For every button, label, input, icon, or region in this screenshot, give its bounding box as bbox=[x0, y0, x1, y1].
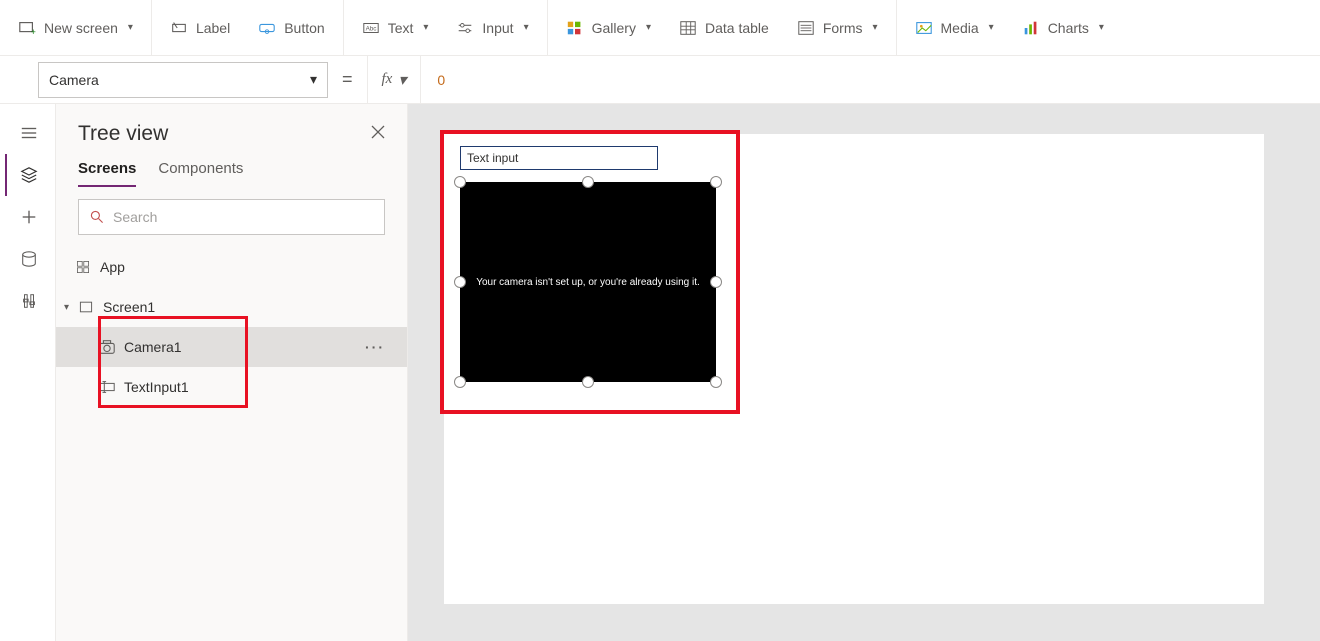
data-table-button[interactable]: Data table bbox=[673, 0, 775, 55]
charts-menu[interactable]: Charts ▾ bbox=[1016, 0, 1110, 55]
gallery-icon bbox=[566, 19, 584, 37]
button-icon bbox=[258, 19, 276, 37]
text-icon: Abc bbox=[362, 19, 380, 37]
property-selector[interactable]: Camera ▾ bbox=[38, 62, 328, 98]
tree-list: App ▾ Screen1 Camera1 ··· TextI bbox=[56, 247, 407, 641]
forms-icon bbox=[797, 19, 815, 37]
text-menu[interactable]: Abc Text ▾ bbox=[356, 0, 435, 55]
camera-error-message: Your camera isn't set up, or you're alre… bbox=[476, 277, 700, 288]
formula-value: 0 bbox=[437, 72, 445, 88]
screen-add-icon: + bbox=[18, 19, 36, 37]
input-menu[interactable]: Input ▾ bbox=[450, 0, 534, 55]
layers-icon bbox=[20, 166, 38, 184]
toolbar-label: Label bbox=[196, 20, 230, 36]
label-icon bbox=[170, 19, 188, 37]
toolbar-label: Charts bbox=[1048, 20, 1089, 36]
gallery-menu[interactable]: Gallery ▾ bbox=[560, 0, 657, 55]
rail-insert[interactable] bbox=[5, 196, 51, 238]
chevron-down-icon: ▾ bbox=[423, 22, 428, 33]
selection-handle[interactable] bbox=[710, 176, 722, 188]
fx-button[interactable]: fx ▾ bbox=[367, 56, 422, 103]
fx-label: fx bbox=[382, 71, 393, 88]
selection-handle[interactable] bbox=[454, 276, 466, 288]
toolbar-label: Media bbox=[941, 20, 979, 36]
chevron-down-icon: ▾ bbox=[524, 22, 529, 33]
charts-icon bbox=[1022, 19, 1040, 37]
hamburger-icon bbox=[20, 124, 38, 142]
camera-control[interactable]: Your camera isn't set up, or you're alre… bbox=[460, 182, 716, 382]
chevron-down-icon: ▾ bbox=[128, 22, 133, 33]
chevron-down-icon: ▾ bbox=[872, 22, 877, 33]
selection-handle[interactable] bbox=[582, 376, 594, 388]
forms-menu[interactable]: Forms ▾ bbox=[791, 0, 884, 55]
data-table-icon bbox=[679, 19, 697, 37]
tree-item-screen1[interactable]: ▾ Screen1 bbox=[56, 287, 407, 327]
property-name: Camera bbox=[49, 72, 99, 88]
svg-text:+: + bbox=[31, 27, 36, 37]
rail-hamburger[interactable] bbox=[5, 112, 51, 154]
tree-label: App bbox=[100, 259, 125, 275]
app-screen[interactable]: Your camera isn't set up, or you're alre… bbox=[444, 134, 1264, 604]
toolbar-label: New screen bbox=[44, 20, 118, 36]
camera-icon bbox=[98, 338, 116, 356]
chevron-down-icon: ▾ bbox=[64, 302, 69, 313]
data-icon bbox=[20, 250, 38, 268]
tree-label: Screen1 bbox=[103, 299, 155, 315]
screen-icon bbox=[77, 298, 95, 316]
button-button[interactable]: Button bbox=[252, 0, 330, 55]
tree-search-input[interactable]: Search bbox=[78, 199, 385, 235]
rail-tree-view[interactable] bbox=[5, 154, 51, 196]
formula-input[interactable]: 0 bbox=[421, 56, 1320, 103]
tree-label: Camera1 bbox=[124, 339, 182, 355]
selection-handle[interactable] bbox=[710, 276, 722, 288]
new-screen-button[interactable]: + New screen ▾ bbox=[12, 0, 139, 55]
selection-handle[interactable] bbox=[454, 376, 466, 388]
media-menu[interactable]: Media ▾ bbox=[909, 0, 1000, 55]
selection-handle[interactable] bbox=[454, 176, 466, 188]
tree-item-camera1[interactable]: Camera1 ··· bbox=[56, 327, 407, 367]
selection-handle[interactable] bbox=[710, 376, 722, 388]
chevron-down-icon: ▾ bbox=[398, 70, 406, 90]
equals-sign: = bbox=[328, 69, 367, 90]
toolbar-label: Gallery bbox=[592, 20, 636, 36]
tree-item-textinput1[interactable]: TextInput1 bbox=[56, 367, 407, 407]
tab-screens[interactable]: Screens bbox=[78, 156, 136, 187]
text-input-icon bbox=[98, 378, 116, 396]
formula-bar: Camera ▾ = fx ▾ 0 bbox=[0, 56, 1320, 104]
rail-tools[interactable] bbox=[5, 280, 51, 322]
tree-view-title: Tree view bbox=[78, 122, 168, 146]
tree-view-panel: Tree view Screens Components Search App … bbox=[56, 104, 408, 641]
chevron-down-icon: ▾ bbox=[310, 71, 317, 88]
tab-components[interactable]: Components bbox=[158, 156, 243, 187]
left-rail bbox=[0, 104, 56, 641]
chevron-down-icon: ▾ bbox=[646, 22, 651, 33]
input-icon bbox=[456, 19, 474, 37]
toolbar-label: Data table bbox=[705, 20, 769, 36]
toolbar-label: Input bbox=[482, 20, 513, 36]
plus-icon bbox=[20, 208, 38, 226]
toolbar-label: Text bbox=[388, 20, 414, 36]
label-button[interactable]: Label bbox=[164, 0, 236, 55]
toolbar: + New screen ▾ Label Button Abc Text ▾ bbox=[0, 0, 1320, 56]
chevron-down-icon: ▾ bbox=[1099, 22, 1104, 33]
search-placeholder: Search bbox=[113, 209, 157, 225]
chevron-down-icon: ▾ bbox=[989, 22, 994, 33]
main: Tree view Screens Components Search App … bbox=[0, 104, 1320, 641]
canvas-area: Your camera isn't set up, or you're alre… bbox=[408, 104, 1320, 641]
text-input-control[interactable] bbox=[460, 146, 658, 170]
close-icon bbox=[371, 125, 385, 139]
media-icon bbox=[915, 19, 933, 37]
app-icon bbox=[74, 258, 92, 276]
close-panel-button[interactable] bbox=[371, 125, 385, 144]
search-icon bbox=[89, 209, 105, 225]
selection-handle[interactable] bbox=[582, 176, 594, 188]
svg-text:Abc: Abc bbox=[365, 25, 376, 32]
tree-item-app[interactable]: App bbox=[56, 247, 407, 287]
tree-label: TextInput1 bbox=[124, 379, 189, 395]
tools-icon bbox=[20, 292, 38, 310]
more-options-button[interactable]: ··· bbox=[365, 339, 385, 355]
toolbar-label: Forms bbox=[823, 20, 863, 36]
rail-data[interactable] bbox=[5, 238, 51, 280]
toolbar-label: Button bbox=[284, 20, 324, 36]
